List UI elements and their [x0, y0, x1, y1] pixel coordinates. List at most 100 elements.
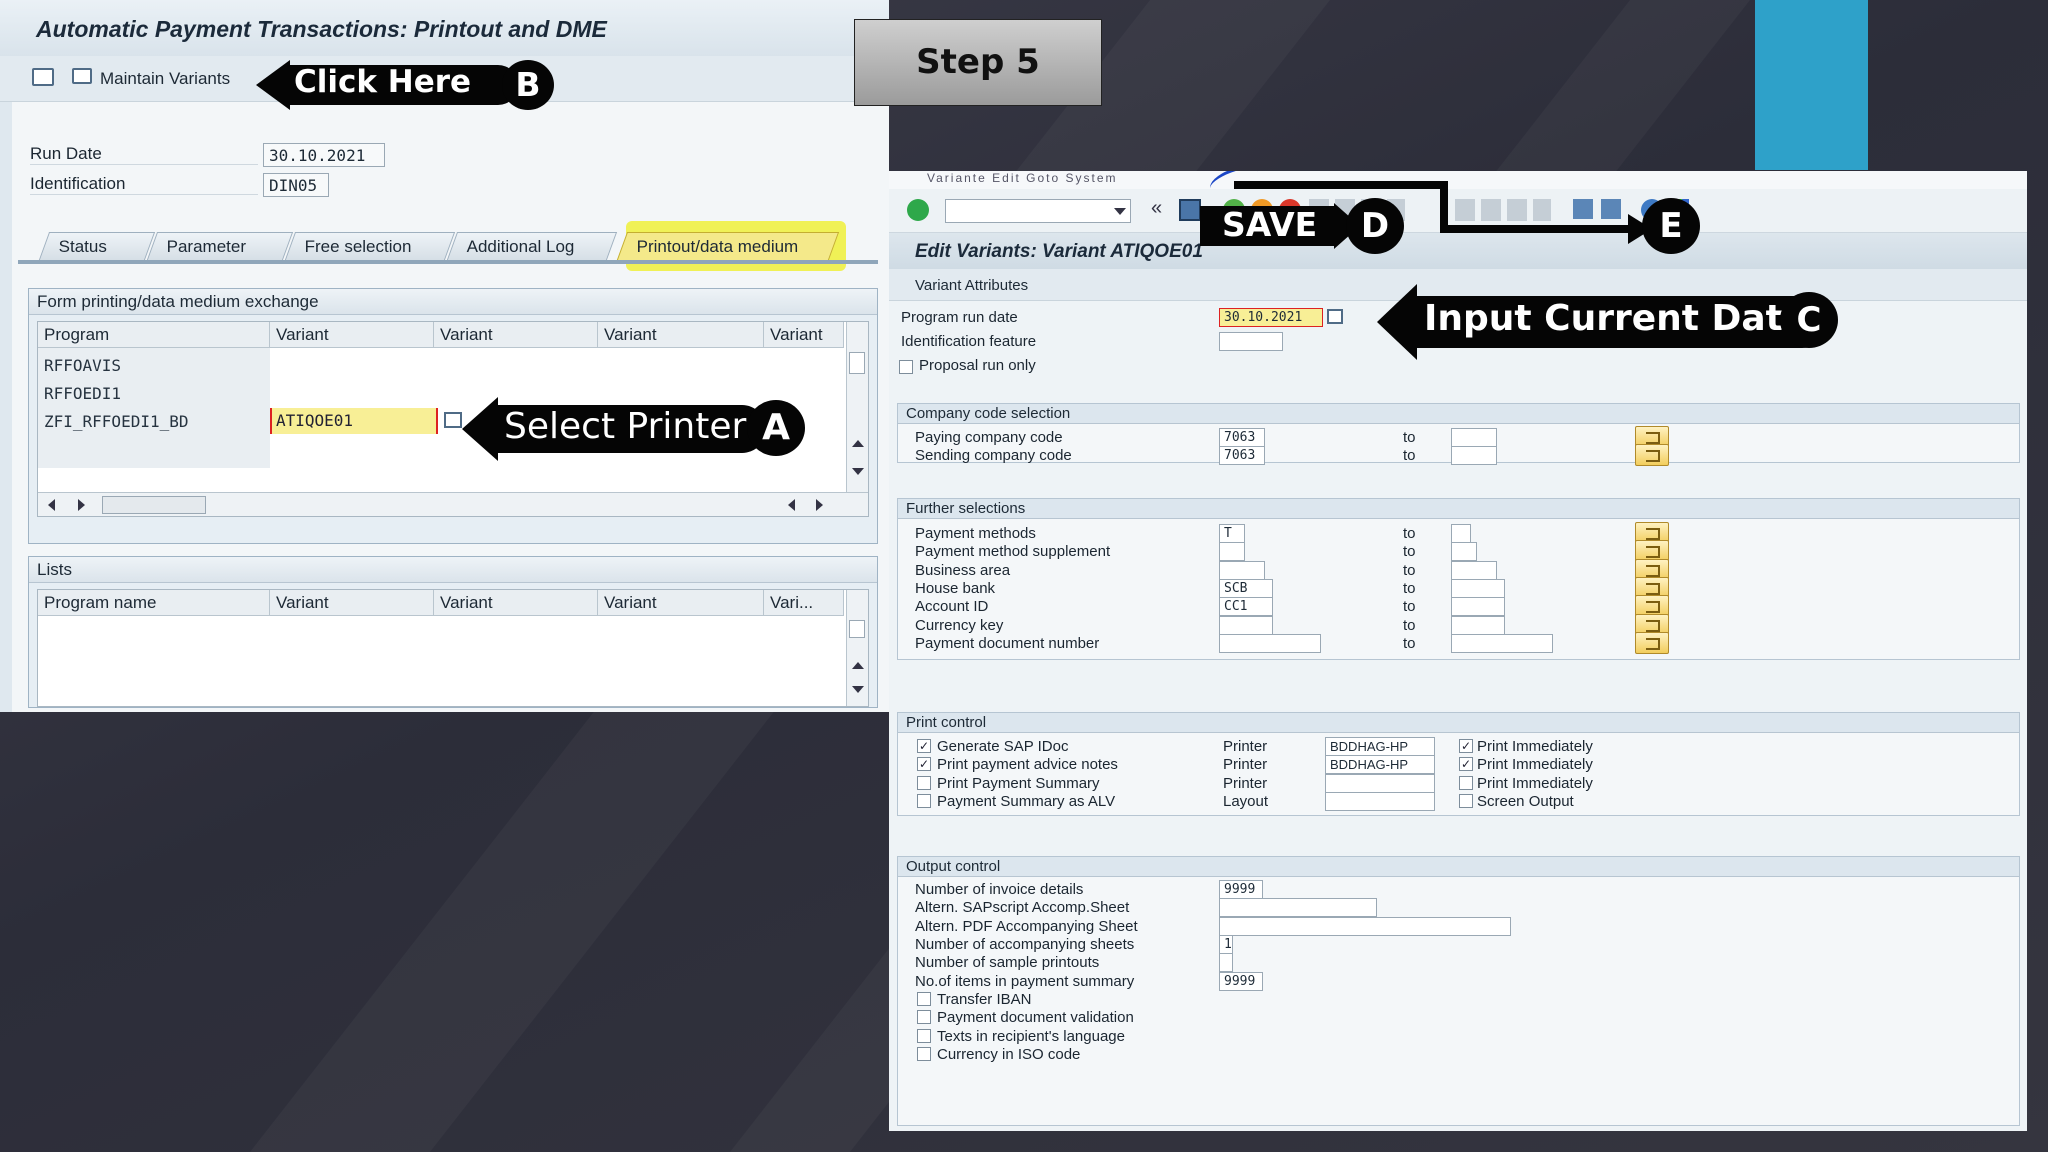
scroll-thumb[interactable]: [102, 496, 206, 514]
column-header[interactable]: Variant: [270, 590, 434, 616]
print-option-checkbox[interactable]: [917, 793, 931, 808]
scroll-thumb[interactable]: [849, 352, 865, 374]
save-icon[interactable]: [1179, 199, 1201, 221]
column-header[interactable]: Program: [38, 322, 270, 348]
page-navigation-icons[interactable]: [1455, 199, 1551, 221]
menu-items[interactable]: Variante Edit Goto System: [927, 171, 1118, 185]
scroll-left-icon[interactable]: [788, 499, 795, 511]
program-run-date-field[interactable]: 30.10.2021: [1219, 308, 1323, 327]
select-printer-label: Select Printer: [504, 406, 747, 447]
output-option-checkbox[interactable]: [917, 992, 931, 1006]
scroll-down-icon[interactable]: [852, 468, 864, 475]
chevron-down-icon[interactable]: [1114, 208, 1126, 215]
column-header[interactable]: Program name: [38, 590, 270, 616]
shortcut-icon[interactable]: [1601, 199, 1621, 219]
output-field-input[interactable]: 1: [1219, 934, 1233, 954]
field-from-input[interactable]: 7063: [1219, 446, 1265, 465]
variant-input-field[interactable]: ATIQOE01: [270, 408, 438, 434]
multiple-selection-button[interactable]: [1635, 631, 1669, 654]
field-to-input[interactable]: [1451, 446, 1497, 465]
tab-printout-data-medium[interactable]: Printout/data medium: [616, 232, 840, 260]
identification-field[interactable]: DIN05: [263, 173, 329, 197]
output-field-input[interactable]: 9999: [1219, 880, 1263, 899]
field-from-input[interactable]: 7063: [1219, 428, 1265, 447]
column-header[interactable]: Variant: [598, 322, 764, 348]
output-option-checkbox[interactable]: [917, 1046, 931, 1061]
enter-icon[interactable]: [907, 199, 929, 221]
scroll-right-icon[interactable]: [816, 499, 823, 511]
field-to-input[interactable]: [1451, 560, 1497, 580]
field-from-input[interactable]: [1219, 542, 1245, 562]
field-to-input[interactable]: [1451, 633, 1553, 653]
tab-free-selection[interactable]: Free selection: [284, 232, 456, 260]
print-immediately-checkbox[interactable]: ✓: [1459, 757, 1473, 772]
column-header[interactable]: Variant: [598, 590, 764, 616]
scroll-up-icon[interactable]: [852, 662, 864, 669]
tab-additional-log[interactable]: Additional Log: [446, 232, 618, 260]
calendar-help-icon[interactable]: [1327, 309, 1343, 324]
output-device-input[interactable]: BDDHAG-HP: [1325, 755, 1435, 775]
page-title: Edit Variants: Variant ATIQOE01: [915, 241, 1203, 262]
output-option-checkbox[interactable]: [917, 1010, 931, 1025]
output-field-input[interactable]: [1219, 916, 1511, 936]
field-from-input[interactable]: T: [1219, 524, 1245, 543]
print-option-checkbox[interactable]: ✓: [917, 757, 931, 772]
list-icon[interactable]: [32, 68, 54, 86]
tab-parameter[interactable]: Parameter: [146, 232, 294, 260]
multiple-selection-button[interactable]: [1635, 444, 1669, 466]
output-field-input[interactable]: [1219, 898, 1377, 918]
menu-bar: Variante Edit Goto System: [889, 171, 2027, 189]
field-from-input[interactable]: SCB: [1219, 578, 1273, 598]
field-to-input[interactable]: [1451, 615, 1505, 635]
print-immediately-checkbox[interactable]: [1459, 793, 1473, 808]
output-device-input[interactable]: BDDHAG-HP: [1325, 737, 1435, 756]
column-header[interactable]: Variant: [434, 322, 598, 348]
identification-feature-field[interactable]: [1219, 332, 1283, 351]
variant-attributes-button[interactable]: Variant Attributes: [915, 277, 1028, 294]
proposal-run-checkbox[interactable]: [899, 360, 913, 374]
field-from-input[interactable]: [1219, 633, 1321, 653]
print-immediately-checkbox[interactable]: ✓: [1459, 739, 1473, 753]
scroll-left-icon[interactable]: [48, 499, 55, 511]
print-option-checkbox[interactable]: ✓: [917, 739, 931, 753]
field-to-input[interactable]: [1451, 428, 1497, 447]
column-header[interactable]: Variant: [434, 590, 598, 616]
scroll-up-icon[interactable]: [852, 440, 864, 447]
field-to-input[interactable]: [1451, 578, 1505, 598]
run-date-field[interactable]: 30.10.2021: [263, 143, 385, 167]
lists-panel: Lists Program name Variant Variant Varia…: [28, 556, 878, 708]
field-label: Currency key: [915, 616, 1004, 634]
scroll-down-icon[interactable]: [852, 686, 864, 693]
maintain-variants-button[interactable]: Maintain Variants: [72, 66, 230, 92]
arrow-e-top: [1234, 181, 1448, 189]
command-field[interactable]: [945, 199, 1131, 223]
collapse-icon[interactable]: «: [1151, 197, 1162, 220]
output-option-checkbox[interactable]: [917, 1028, 931, 1043]
vertical-scrollbar[interactable]: [846, 322, 868, 492]
create-session-icon[interactable]: [1573, 199, 1593, 219]
save-label: SAVE: [1222, 205, 1318, 244]
output-field-input[interactable]: 9999: [1219, 971, 1263, 991]
field-from-input[interactable]: CC1: [1219, 597, 1273, 617]
column-header[interactable]: Variant: [270, 322, 434, 348]
output-option-label: Currency in ISO code: [937, 1045, 1081, 1063]
column-header[interactable]: Vari...: [764, 590, 844, 616]
column-header[interactable]: Variant: [764, 322, 844, 348]
output-device-input[interactable]: [1325, 773, 1435, 793]
tab-status[interactable]: Status: [38, 232, 156, 260]
vertical-scrollbar[interactable]: [846, 590, 868, 706]
scroll-right-icon[interactable]: [78, 499, 85, 511]
field-from-input[interactable]: [1219, 560, 1265, 580]
print-immediately-checkbox[interactable]: [1459, 775, 1473, 790]
section-title: Further selections: [898, 499, 2019, 519]
field-to-input[interactable]: [1451, 542, 1477, 562]
output-device-input[interactable]: [1325, 791, 1435, 811]
field-to-input[interactable]: [1451, 524, 1471, 543]
horizontal-scrollbar[interactable]: [38, 492, 868, 516]
scroll-thumb[interactable]: [849, 620, 865, 638]
field-from-input[interactable]: [1219, 615, 1273, 635]
output-field-input[interactable]: [1219, 953, 1233, 973]
print-option-checkbox[interactable]: [917, 775, 931, 790]
field-to-input[interactable]: [1451, 597, 1505, 617]
value-help-icon[interactable]: [444, 412, 462, 428]
